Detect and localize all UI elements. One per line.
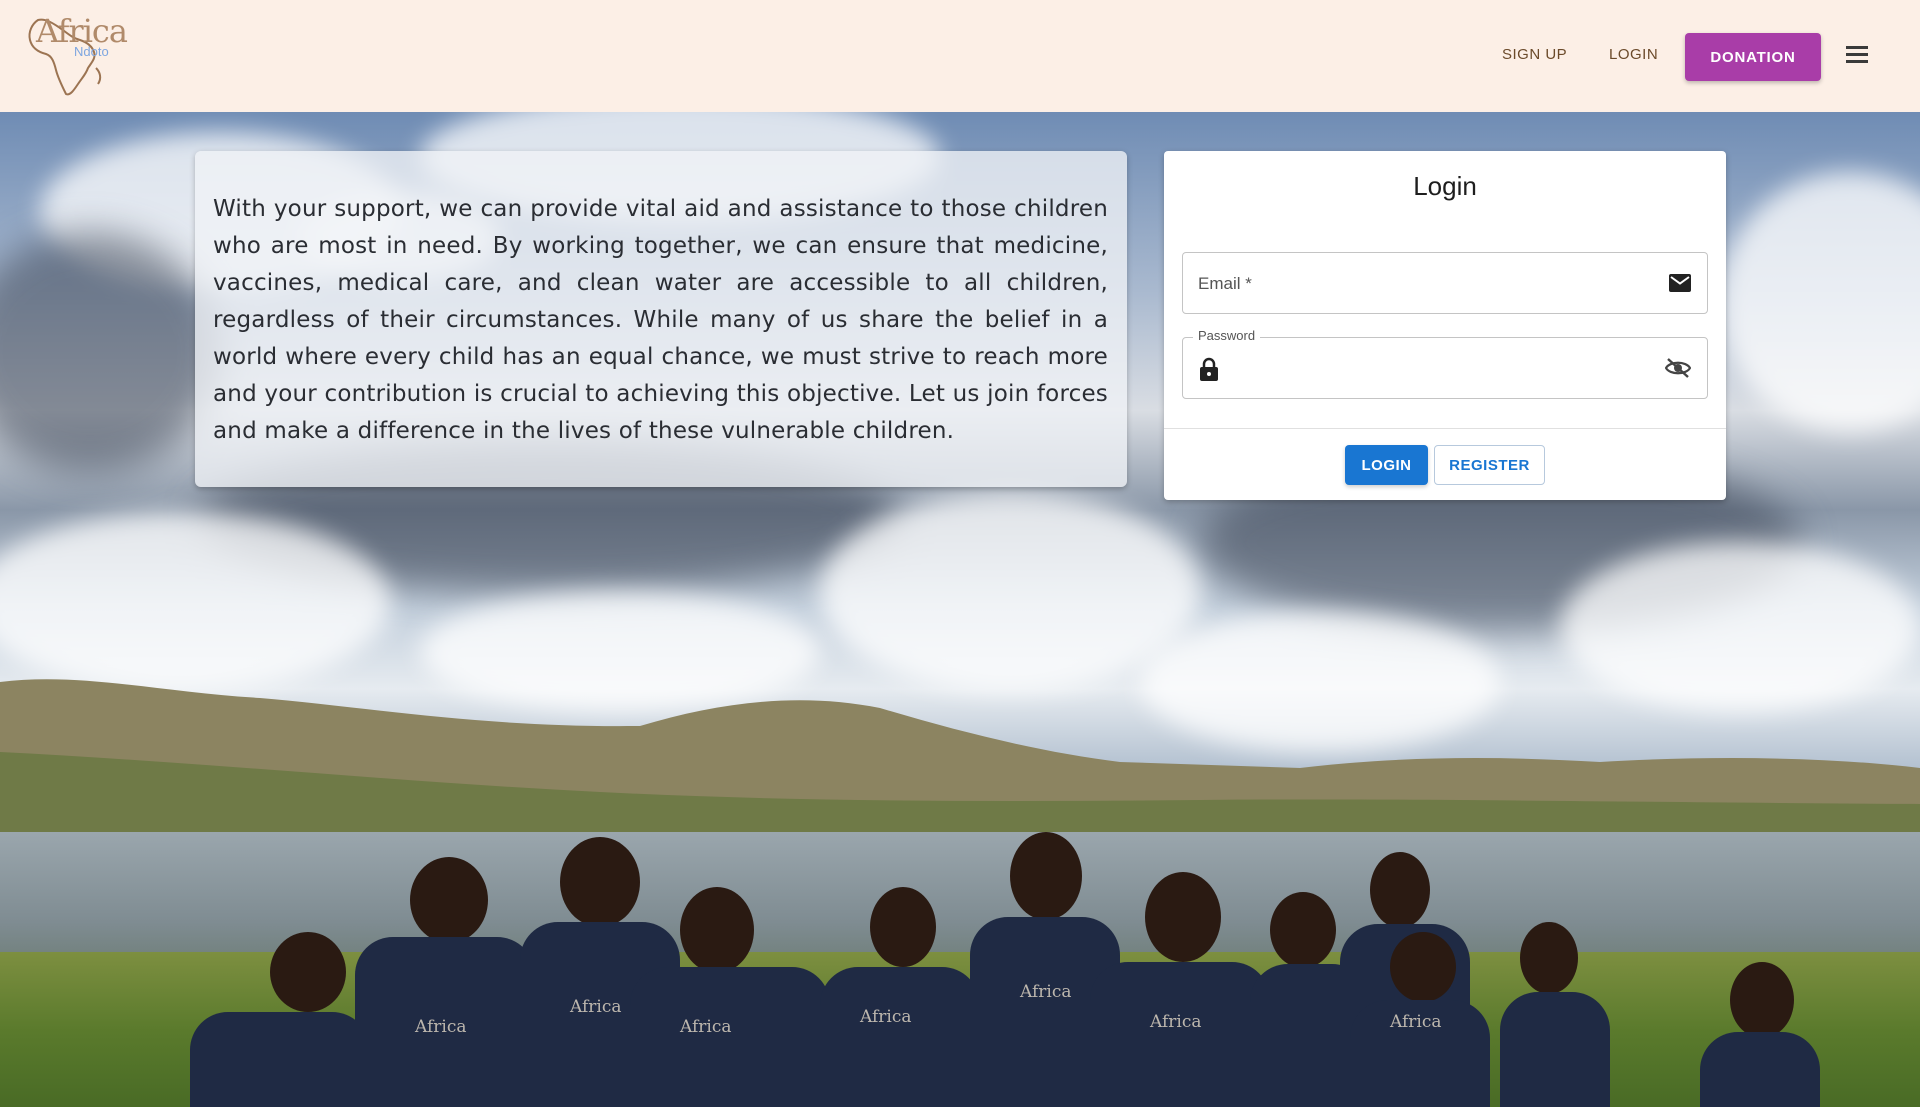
hamburger-menu-icon[interactable]: [1846, 46, 1868, 66]
envelope-icon: [1669, 274, 1691, 292]
eye-off-icon[interactable]: [1665, 357, 1691, 379]
login-button[interactable]: LOGIN: [1345, 445, 1428, 485]
register-button[interactable]: REGISTER: [1434, 445, 1545, 485]
email-field[interactable]: Email *: [1182, 252, 1708, 314]
mission-text-card: With your support, we can provide vital …: [195, 151, 1127, 487]
card-divider: [1164, 428, 1726, 429]
africa-ndoto-logo[interactable]: Africa Ndoto: [24, 6, 128, 102]
password-field[interactable]: Password: [1182, 328, 1708, 399]
lock-icon: [1200, 357, 1218, 381]
mission-paragraph: With your support, we can provide vital …: [213, 196, 1108, 444]
login-title: Login: [1413, 171, 1477, 201]
password-label: Password: [1193, 328, 1261, 343]
logo-subtext: Ndoto: [74, 44, 109, 59]
donation-button[interactable]: DONATION: [1685, 33, 1821, 81]
nav-login-link[interactable]: LOGIN: [1609, 46, 1658, 63]
email-label: Email *: [1198, 274, 1252, 293]
nav-signup-link[interactable]: SIGN UP: [1502, 46, 1567, 63]
top-navbar: Africa Ndoto SIGN UP LOGIN DONATION: [0, 0, 1920, 112]
